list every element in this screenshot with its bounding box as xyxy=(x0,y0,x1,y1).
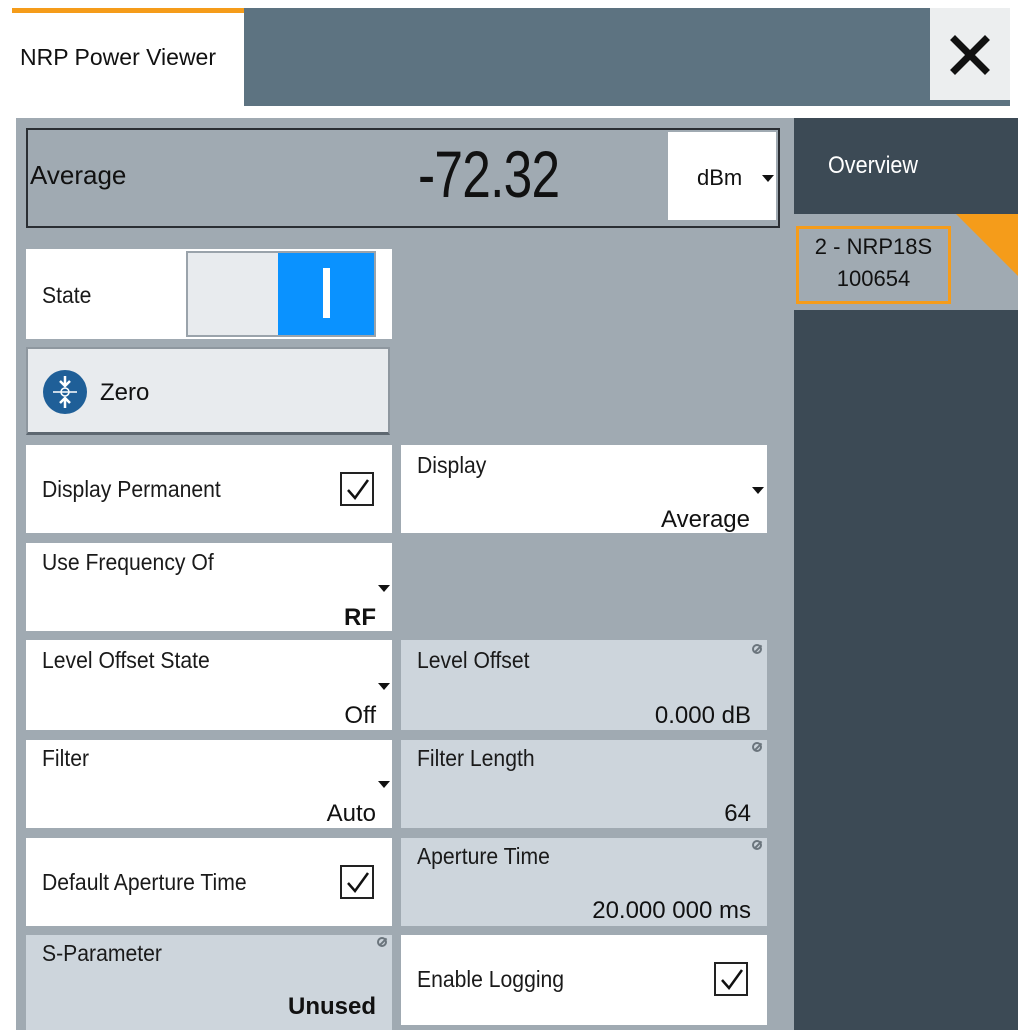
checkmark-icon xyxy=(721,969,744,991)
default-aperture-time-label: Default Aperture Time xyxy=(42,869,247,895)
disabled-icon xyxy=(752,840,762,850)
measurement-value: -72.32 xyxy=(418,137,560,211)
state-label: State xyxy=(42,282,92,308)
checkmark-icon xyxy=(347,872,370,894)
enable-logging-checkbox[interactable] xyxy=(714,962,748,996)
measurement-label: Average xyxy=(30,160,127,190)
disabled-icon xyxy=(752,742,762,752)
checkmark-icon xyxy=(347,479,370,501)
sensor-serial: 100654 xyxy=(836,266,911,291)
disabled-icon xyxy=(752,644,762,654)
use-frequency-of-value: RF xyxy=(344,604,376,631)
disabled-icon xyxy=(377,937,387,947)
level-offset-state-value: Off xyxy=(344,702,376,729)
filter-arrow-icon xyxy=(378,781,390,788)
close-button[interactable] xyxy=(930,8,1010,100)
filter-length-label: Filter Length xyxy=(417,745,535,771)
display-label: Display xyxy=(417,452,487,478)
filter-value: Auto xyxy=(326,800,376,827)
display-dropdown-arrow-icon xyxy=(752,487,764,494)
level-offset-value: 0.000 dB xyxy=(654,702,751,729)
s-parameter-value: Unused xyxy=(287,993,376,1020)
aperture-time-label: Aperture Time xyxy=(417,843,550,869)
zero-icon xyxy=(43,370,87,414)
filter-label: Filter xyxy=(42,745,90,771)
measurement-bar xyxy=(26,128,780,228)
sidebar-item-label: Overview xyxy=(828,152,919,179)
level-offset-state-label: Level Offset State xyxy=(42,647,210,673)
unit-dropdown-arrow-icon xyxy=(762,175,774,182)
level-offset-label: Level Offset xyxy=(417,647,530,673)
filter-length-value: 64 xyxy=(724,800,751,827)
aperture-time-value: 20.000 000 ms xyxy=(592,897,751,924)
unit-value: dBm xyxy=(697,165,743,190)
default-aperture-time-checkbox[interactable] xyxy=(340,865,374,899)
sensor-name: 2 - NRP18S xyxy=(814,234,933,259)
level-offset-state-arrow-icon xyxy=(378,683,390,690)
s-parameter-label: S-Parameter xyxy=(42,940,162,966)
use-frequency-of-label: Use Frequency Of xyxy=(42,549,214,575)
display-value: Average xyxy=(661,506,750,533)
display-permanent-checkbox[interactable] xyxy=(340,472,374,506)
close-icon xyxy=(950,35,990,75)
toggle-on-indicator xyxy=(323,268,330,318)
selected-corner-marker xyxy=(956,214,1018,276)
use-frequency-of-arrow-icon xyxy=(378,585,390,592)
enable-logging-label: Enable Logging xyxy=(417,966,565,992)
dialog-title: NRP Power Viewer xyxy=(20,44,217,70)
zero-label: Zero xyxy=(100,379,150,406)
display-permanent-label: Display Permanent xyxy=(42,476,221,502)
